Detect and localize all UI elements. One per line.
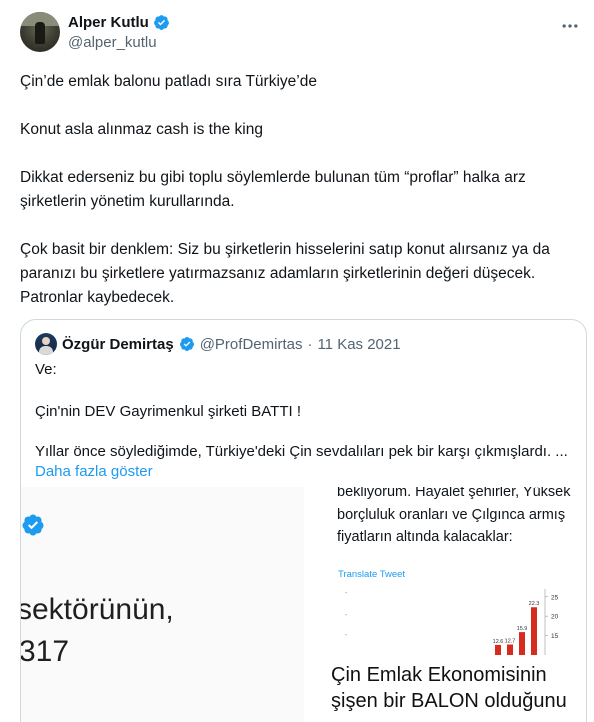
avatar[interactable] <box>20 12 60 52</box>
tweet-header: Alper Kutlu @alper_kutlu <box>20 12 580 56</box>
chart-data-label: 15.9 <box>517 626 528 632</box>
quote-media[interactable]: sektörünün, 317 ····· ··· · ····· · bekl… <box>21 487 586 722</box>
quote-date[interactable]: 11 Kas 2021 <box>317 336 400 353</box>
quote-line-2: Çin'nin DEV Gayrimenkul şirketi BATTI ! <box>35 403 301 420</box>
chart-bar <box>507 644 513 655</box>
verified-badge-icon <box>179 337 194 351</box>
quote-author-name[interactable]: Özgür Demirtaş <box>62 336 174 353</box>
show-more-link[interactable]: Daha fazla göster <box>35 462 153 482</box>
chart-bar <box>519 632 525 655</box>
quote-separator: · <box>307 335 313 353</box>
bar-chart: - - - 25 20 15 12.6 12.7 15.9 22.3 <box>345 589 559 655</box>
chart-y-tick-label: 25 <box>551 594 559 601</box>
media-right-line-2: borçluluk oranları ve Çılgınca armış <box>337 507 566 523</box>
chart-bar <box>495 644 501 655</box>
chart-bar <box>531 607 537 655</box>
author-name-row: Alper Kutlu <box>68 14 170 31</box>
media-left-text-3: ····· ··· · ····· · <box>31 715 214 722</box>
quote-avatar[interactable] <box>35 333 57 355</box>
quote-header: Özgür Demirtaş @ProfDemirtas · 11 Kas 20… <box>35 333 401 355</box>
chart-data-label: 12.6 <box>493 639 504 645</box>
chart-guide-mark: - <box>345 612 348 619</box>
verified-badge-icon <box>22 514 44 536</box>
chart-data-label: 22.3 <box>529 601 540 607</box>
media-right-big-text-2: şişen bir BALON olduğunu <box>331 690 567 712</box>
quote-line-1: Ve: <box>35 361 57 378</box>
quote-author-handle[interactable]: @ProfDemirtas <box>200 336 303 353</box>
verified-badge-icon <box>153 15 169 30</box>
chart-guide-mark: - <box>345 632 348 639</box>
translate-tweet-link: Translate Tweet <box>338 569 406 580</box>
chart-data-label: 12.7 <box>505 639 516 645</box>
tweet-paragraph-2: Konut asla alınmaz cash is the king <box>20 121 263 138</box>
media-image-right[interactable]: bekliyorum. Hayalet şehirler, Yüksek bor… <box>305 487 586 722</box>
author-name[interactable]: Alper Kutlu <box>68 14 149 31</box>
media-right-line-1: bekliyorum. Hayalet şehirler, Yüksek <box>337 487 571 500</box>
quoted-tweet[interactable]: Özgür Demirtaş @ProfDemirtas · 11 Kas 20… <box>20 319 587 722</box>
chart-guide-mark: - <box>345 590 348 597</box>
media-left-text-2: 317 <box>21 635 70 668</box>
tweet-paragraph-3: Dikkat ederseniz bu gibi toplu söylemler… <box>20 169 526 210</box>
quote-line-3: Yıllar önce söylediğimde, Türkiye'deki Ç… <box>35 443 568 460</box>
media-right-line-3: fiyatların altında kalacaklar: <box>337 529 513 545</box>
author-handle[interactable]: @alper_kutlu <box>68 34 157 51</box>
media-right-big-text-1: Çin Emlak Ekonomisinin <box>331 664 547 686</box>
media-image-left[interactable]: sektörünün, 317 ····· ··· · ····· · <box>21 487 304 722</box>
tweet-paragraph-1: Çin’de emlak balonu patladı sıra Türkiye… <box>20 73 317 90</box>
chart-y-tick-label: 15 <box>551 633 559 640</box>
chart-y-tick-label: 20 <box>551 614 559 621</box>
more-options-icon[interactable] <box>560 16 580 36</box>
media-left-text-1: sektörünün, <box>21 593 174 626</box>
tweet-paragraph-4: Çok basit bir denklem: Siz bu şirketleri… <box>20 241 550 306</box>
